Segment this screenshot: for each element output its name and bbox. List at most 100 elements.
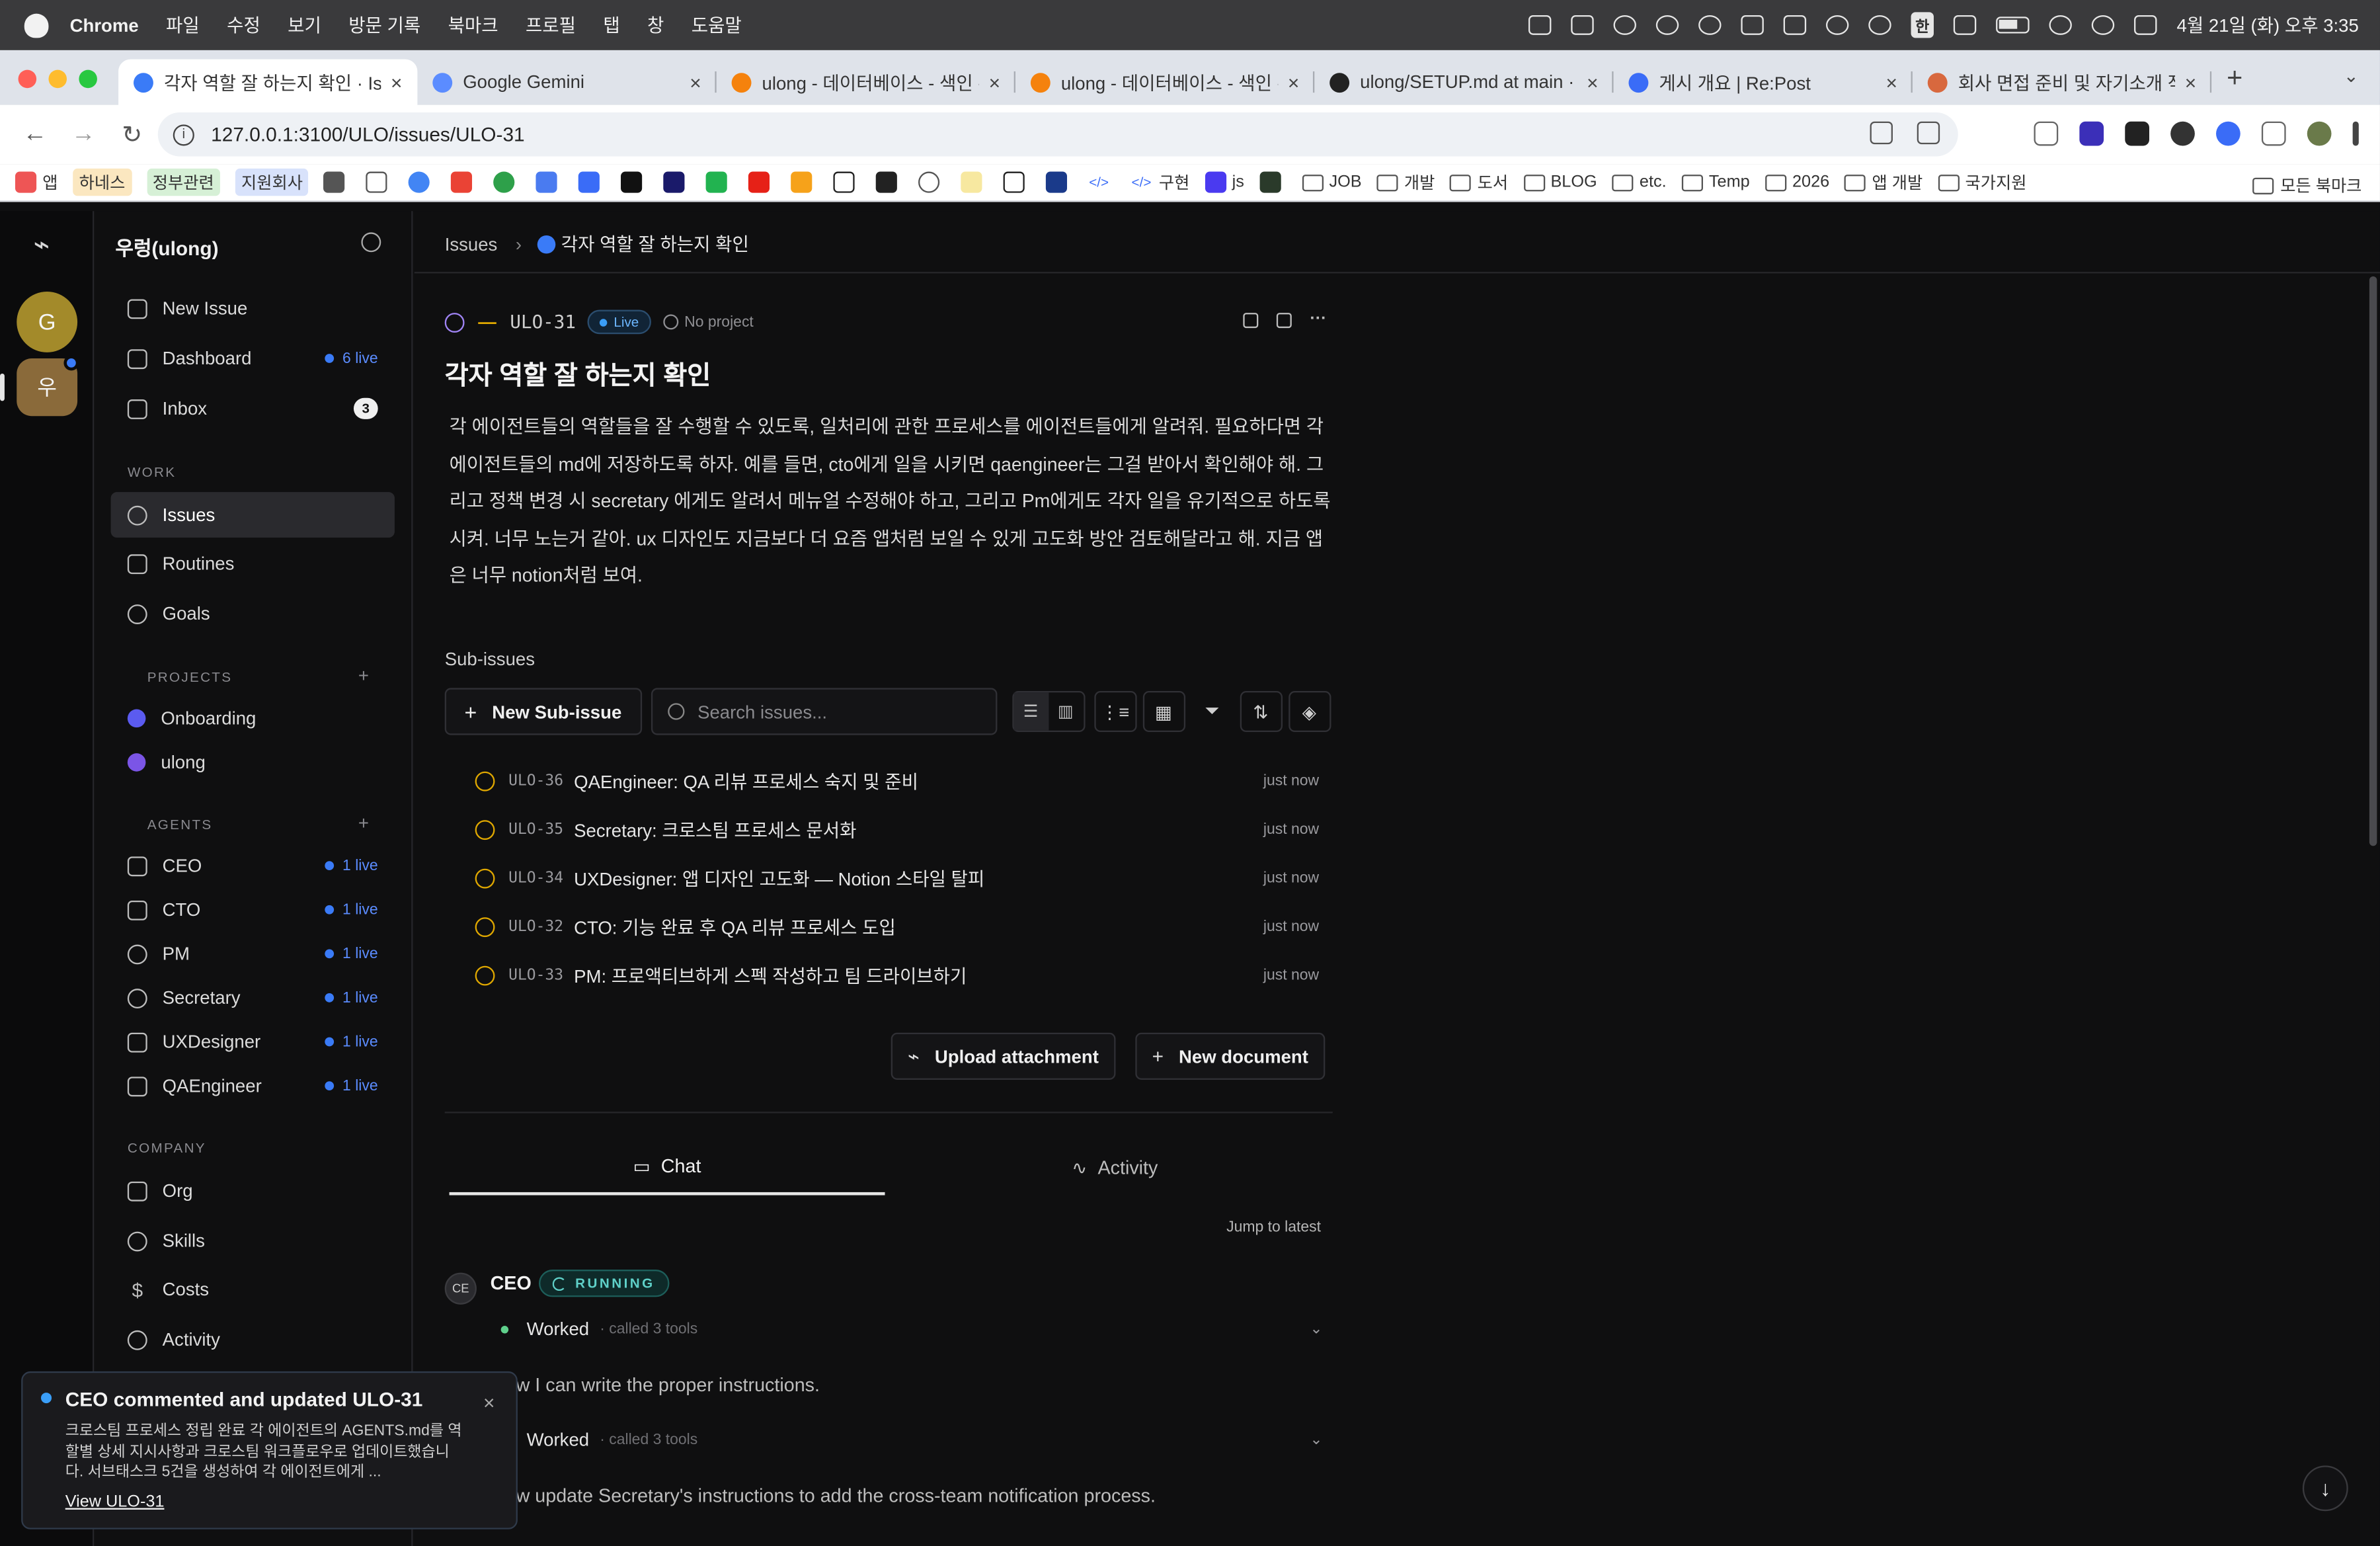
- bookmark-icon-4[interactable]: [578, 171, 606, 193]
- site-info-icon[interactable]: i: [173, 124, 194, 145]
- add-project-button[interactable]: +: [358, 665, 369, 686]
- zoom-window-button[interactable]: [79, 69, 97, 89]
- tray-chat-icon[interactable]: [1655, 15, 1679, 35]
- bookmark-folder-dev[interactable]: 개발: [1376, 170, 1435, 194]
- close-tab-icon[interactable]: ×: [690, 71, 701, 93]
- bookmark-impl[interactable]: </>: [1089, 172, 1116, 193]
- bookmark-folder-job[interactable]: JOB: [1302, 173, 1362, 191]
- bookmark-harness[interactable]: 하네스: [73, 168, 132, 196]
- menu-file[interactable]: 파일: [166, 12, 200, 38]
- bookmark-icon-2[interactable]: [366, 171, 393, 193]
- close-icon[interactable]: ×: [483, 1391, 495, 1414]
- bookmark-apps[interactable]: 앱: [15, 170, 58, 194]
- sub-issue-row[interactable]: ULO-36 QAEngineer: QA 리뷰 프로세스 숙지 및 준비 ju…: [475, 758, 1320, 803]
- bookmark-icon-13[interactable]: [1046, 171, 1074, 193]
- install-app-icon[interactable]: [1870, 121, 1893, 145]
- tray-keyboard-icon[interactable]: [1783, 15, 1806, 35]
- status-circle-icon[interactable]: [475, 819, 495, 839]
- bookmark-star-icon[interactable]: [1917, 121, 1940, 145]
- volume-icon[interactable]: [1868, 15, 1891, 35]
- new-sub-issue-button[interactable]: + New Sub-issue: [444, 688, 642, 735]
- bookmark-impl-named[interactable]: </> 구현: [1132, 170, 1190, 194]
- sidebar-item-agent-ceo[interactable]: CEO 1 live: [111, 843, 395, 889]
- bookmark-gov[interactable]: 정부관련: [146, 168, 220, 196]
- issue-title[interactable]: 각자 역할 잘 하는지 확인: [445, 354, 711, 391]
- bookmark-folder-temp[interactable]: Temp: [1681, 173, 1750, 191]
- sidebar-item-agent-qaengineer[interactable]: QAEngineer 1 live: [111, 1063, 395, 1109]
- chevron-down-icon[interactable]: ⌄: [1310, 1432, 1322, 1449]
- close-tab-icon[interactable]: ×: [1587, 71, 1598, 93]
- new-document-button[interactable]: + New document: [1135, 1032, 1326, 1080]
- sub-issue-row[interactable]: ULO-34 UXDesigner: 앱 디자인 고도화 — Notion 스타…: [475, 855, 1320, 901]
- columns-icon[interactable]: ▦: [1142, 690, 1185, 733]
- sidebar-item-issues[interactable]: Issues: [110, 492, 395, 538]
- group-layers-icon[interactable]: ◈: [1288, 690, 1331, 733]
- clock[interactable]: 4월 21일 (화) 오후 3:35: [2177, 12, 2359, 38]
- bookmark-icon-11[interactable]: [961, 171, 988, 193]
- jump-to-latest-link[interactable]: Jump to latest: [1226, 1219, 1321, 1236]
- sidebar-item-project-onboarding[interactable]: Onboarding: [111, 696, 395, 741]
- browser-tab[interactable]: ulong - 데이터베이스 - 색인 - F ×: [1015, 60, 1315, 105]
- tray-grid-icon[interactable]: [1571, 15, 1594, 35]
- spotlight-search-icon[interactable]: [2091, 15, 2115, 35]
- extensions-puzzle-icon[interactable]: [2261, 121, 2286, 146]
- close-tab-icon[interactable]: ×: [989, 71, 1000, 93]
- extension-f-icon[interactable]: [2125, 121, 2149, 146]
- sidebar-item-activity[interactable]: Activity: [111, 1317, 395, 1362]
- upload-attachment-button[interactable]: ⌁ Upload attachment: [891, 1032, 1116, 1080]
- bluetooth-icon[interactable]: [1825, 15, 1849, 35]
- tab-activity[interactable]: ∿ Activity: [897, 1141, 1333, 1196]
- extension-move-icon[interactable]: [2034, 121, 2059, 146]
- forward-button[interactable]: →: [70, 121, 97, 148]
- apple-icon[interactable]: [24, 13, 49, 38]
- copy-icon[interactable]: [1243, 313, 1259, 329]
- bookmark-icon-8[interactable]: [791, 171, 818, 193]
- url-text[interactable]: 127.0.0.1:3100/ULO/issues/ULO-31: [211, 123, 525, 145]
- menu-help[interactable]: 도움말: [692, 12, 742, 38]
- bookmark-icon-5[interactable]: [621, 171, 649, 193]
- sidebar-item-project-ulong[interactable]: ulong: [111, 739, 395, 785]
- reload-button[interactable]: ↻: [118, 119, 145, 149]
- extension-diamond-icon[interactable]: [2079, 121, 2104, 146]
- nesting-icon[interactable]: ⋮≡: [1093, 690, 1136, 733]
- bookmark-youtube[interactable]: [748, 171, 776, 193]
- issue-description[interactable]: 각 에이전트들의 역할들을 잘 수행할 수 있도록, 일처리에 관한 프로세스를…: [450, 409, 1337, 594]
- sidebar-item-new-issue[interactable]: New Issue: [111, 286, 395, 331]
- back-button[interactable]: ←: [21, 121, 48, 148]
- more-options-icon[interactable]: ···: [1310, 311, 1326, 328]
- breadcrumb-issues-link[interactable]: Issues: [445, 233, 498, 255]
- sidebar-item-org[interactable]: Org: [111, 1168, 395, 1213]
- new-tab-button[interactable]: +: [2227, 61, 2242, 93]
- menu-history[interactable]: 방문 기록: [348, 12, 420, 38]
- properties-icon[interactable]: [1276, 313, 1292, 329]
- priority-indicator[interactable]: —: [478, 311, 496, 333]
- sidebar-item-agent-pm[interactable]: PM 1 live: [111, 931, 395, 977]
- browser-tab[interactable]: Google Gemini ×: [417, 60, 717, 105]
- extension-check-icon[interactable]: [2216, 121, 2241, 146]
- status-circle-icon[interactable]: [475, 770, 495, 791]
- search-icon[interactable]: [361, 232, 381, 253]
- tab-chat[interactable]: ▭ Chat: [449, 1141, 885, 1196]
- close-tab-icon[interactable]: ×: [1885, 71, 1897, 93]
- project-selector[interactable]: No project: [663, 313, 754, 330]
- bookmark-icon-12[interactable]: [1004, 171, 1031, 193]
- bookmark-folder-books[interactable]: 도서: [1450, 170, 1508, 194]
- close-tab-icon[interactable]: ×: [2185, 71, 2196, 93]
- workspace-avatar-g[interactable]: G: [17, 291, 78, 352]
- sub-issue-row[interactable]: ULO-35 Secretary: 크로스팀 프로세스 문서화 just now: [475, 807, 1320, 852]
- sidebar-item-routines[interactable]: Routines: [111, 541, 395, 587]
- close-tab-icon[interactable]: ×: [391, 71, 402, 93]
- bookmark-folder-appdev[interactable]: 앱 개발: [1844, 170, 1923, 194]
- bookmark-companies[interactable]: 지원회사: [235, 168, 309, 196]
- bookmark-folder-2026[interactable]: 2026: [1765, 173, 1829, 191]
- tray-animal-icon[interactable]: [1954, 15, 1977, 35]
- menu-tab[interactable]: 탭: [603, 12, 619, 38]
- menu-view[interactable]: 보기: [288, 12, 321, 38]
- bookmark-gmail[interactable]: [451, 171, 479, 193]
- battery-icon[interactable]: [1996, 17, 2030, 34]
- bookmark-icon-6[interactable]: [664, 171, 691, 193]
- browser-tab[interactable]: 각자 역할 잘 하는지 확인 · Is ×: [118, 59, 418, 105]
- bookmark-folder-blog[interactable]: BLOG: [1523, 173, 1597, 191]
- wifi-icon[interactable]: [2049, 15, 2073, 35]
- bookmark-icon-10[interactable]: [919, 171, 946, 193]
